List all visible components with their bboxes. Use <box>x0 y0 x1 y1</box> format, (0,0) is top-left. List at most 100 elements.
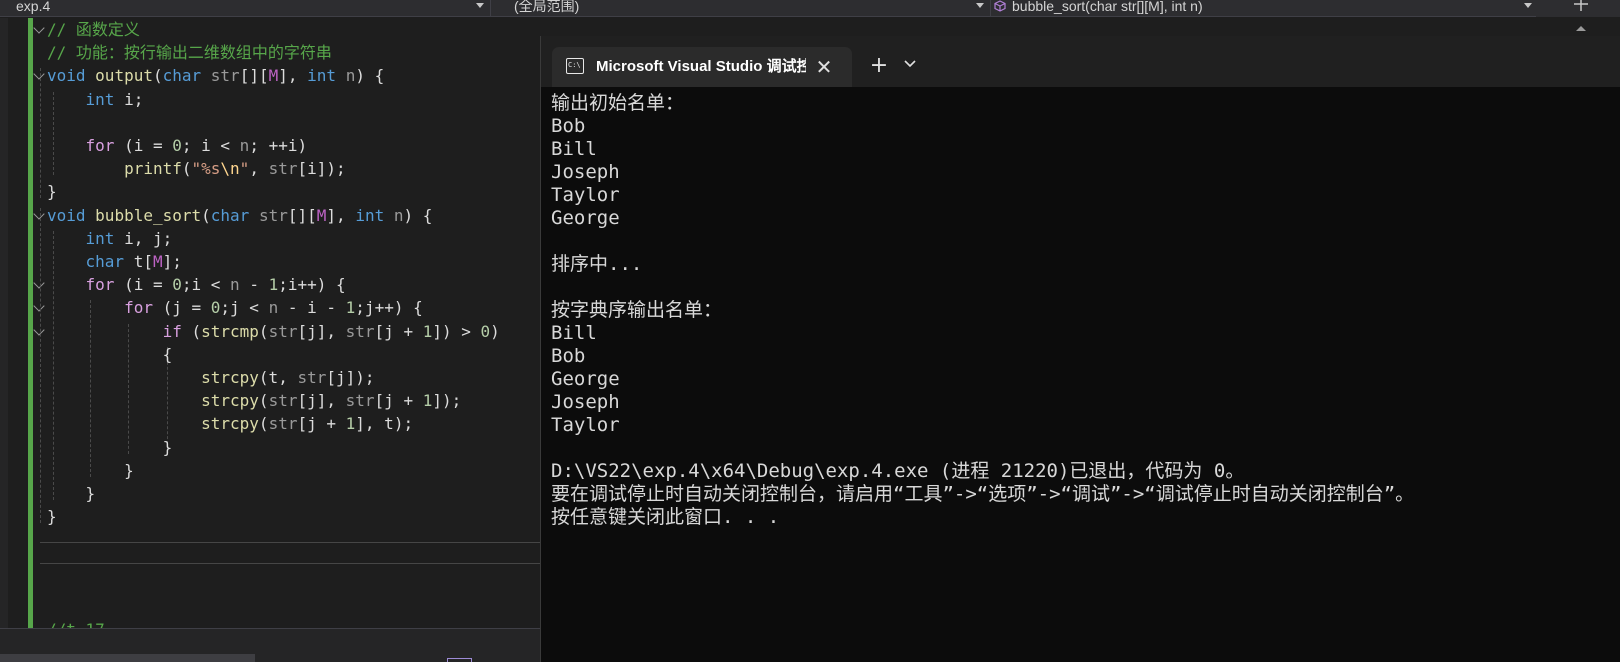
code-line: } <box>47 436 173 460</box>
code-token: // 功能：按行输出二维数组中的字符串 <box>47 43 332 63</box>
code-line: strcpy(t, str[j]); <box>47 366 375 390</box>
code-token: for <box>85 275 115 295</box>
code-line: } <box>47 482 96 506</box>
project-dropdown[interactable]: exp.4 <box>0 0 488 17</box>
code-token: ;i++) { <box>278 275 346 295</box>
code-token: // 函数定义 <box>47 20 140 39</box>
code-token: ( <box>258 321 269 341</box>
code-token: for <box>85 136 115 155</box>
code-token: strcmp <box>201 321 259 341</box>
fold-toggle-icon[interactable] <box>33 207 45 220</box>
code-token: i, j; <box>114 228 173 248</box>
code-token: 0 <box>210 298 221 318</box>
new-tab-button[interactable]: + <box>865 53 893 81</box>
code-token: str <box>268 391 298 411</box>
code-token: M <box>316 205 327 225</box>
code-line: // 功能：按行输出二维数组中的字符串 <box>47 41 332 65</box>
console-line: 排序中... <box>551 253 643 275</box>
fold-toggle-icon[interactable] <box>33 22 45 34</box>
code-token: printf <box>124 159 182 179</box>
code-token: ], <box>326 205 356 225</box>
console-line: D:\VS22\exp.4\x64\Debug\exp.4.exe (进程 21… <box>551 460 1245 482</box>
code-token: ;j++) { <box>355 298 423 318</box>
code-token: ], t); <box>355 414 414 434</box>
code-token: [j], <box>297 391 346 411</box>
cube-icon <box>994 0 1006 12</box>
code-token: ; i < <box>181 136 240 155</box>
split-window-button[interactable] <box>1536 0 1620 31</box>
code-editor[interactable]: // 函数定义 // 功能：按行输出二维数组中的字符串 void output(ch… <box>0 18 540 662</box>
code-token: } <box>47 507 57 527</box>
code-line: void bubble_sort(char str[][M], int n) { <box>47 204 432 228</box>
code-token: ]; <box>162 252 182 271</box>
code-token: int <box>85 89 115 109</box>
chevron-down-icon <box>976 3 984 8</box>
code-token: , <box>249 159 269 179</box>
console-line: Bill <box>551 138 597 160</box>
console-line: 要在调试停止时自动关闭控制台，请启用“工具”->“选项”->“调试”->“调试停… <box>551 483 1415 505</box>
zoom-indicator[interactable] <box>447 658 472 662</box>
code-token: n <box>393 205 404 225</box>
code-token: ) <box>490 321 500 341</box>
code-token: (t, <box>258 368 298 387</box>
code-token: int <box>307 66 337 86</box>
code-line: void output(char str[][M], int n) { <box>47 64 384 88</box>
code-token: [j + <box>374 391 423 411</box>
code-token: ;j < <box>220 298 269 318</box>
code-token: n <box>268 298 279 318</box>
console-line: Taylor <box>551 414 620 436</box>
console-line: Taylor <box>551 184 620 206</box>
code-token: char <box>210 205 250 225</box>
console-line: 按任意键关闭此窗口. . . <box>551 506 780 528</box>
code-token: if <box>162 321 182 341</box>
fold-toggle-icon[interactable] <box>33 323 45 336</box>
code-line: } <box>47 505 57 529</box>
chevron-down-icon <box>1524 3 1532 8</box>
code-token: str <box>258 205 288 225</box>
code-token: [][ <box>287 205 317 225</box>
code-line: int i, j; <box>47 227 173 251</box>
chevron-down-icon[interactable] <box>903 57 917 71</box>
member-dropdown[interactable]: bubble_sort(char str[][M], int n) <box>994 0 1536 17</box>
code-token: ]); <box>432 391 462 411</box>
code-token: ( <box>258 391 269 411</box>
fold-toggle-icon[interactable] <box>33 277 45 289</box>
code-token: ]) > <box>432 321 481 341</box>
code-line: // 函数定义 <box>47 18 140 42</box>
code-line: strcpy(str[j], str[j + 1]); <box>47 389 461 413</box>
current-line-highlight <box>40 542 540 564</box>
code-token: str <box>268 414 298 434</box>
fold-toggle-icon[interactable] <box>33 68 45 81</box>
code-line: char t[M]; <box>47 250 182 274</box>
code-token: { <box>47 344 173 364</box>
fold-toggle-icon[interactable] <box>33 300 45 313</box>
code-token: void <box>47 205 86 225</box>
code-token: - i - <box>278 298 346 318</box>
editor-gutter <box>0 18 8 628</box>
code-token: 1 <box>268 275 279 295</box>
code-token: ) { <box>403 205 433 225</box>
code-token: 1 <box>422 391 433 411</box>
scope-dropdown[interactable]: (全局范围) <box>494 0 988 17</box>
close-icon[interactable]: ✕ <box>810 53 838 81</box>
code-line: for (i = 0;i < n - 1;i++) { <box>47 273 346 297</box>
code-token: str <box>345 321 375 341</box>
console-line: Joseph <box>551 391 620 413</box>
console-tab[interactable]: C:\ Microsoft Visual Studio 调试控制台 ✕ <box>552 47 852 87</box>
code-token: void <box>47 66 86 86</box>
horizontal-scrollbar[interactable] <box>0 654 255 662</box>
code-token: [j]); <box>326 368 375 387</box>
debug-console-window[interactable]: C:\ Microsoft Visual Studio 调试控制台 ✕ + 输出… <box>540 36 1620 662</box>
code-token: } <box>47 182 57 202</box>
code-token: [j + <box>374 321 423 341</box>
indent-guide <box>40 207 41 524</box>
